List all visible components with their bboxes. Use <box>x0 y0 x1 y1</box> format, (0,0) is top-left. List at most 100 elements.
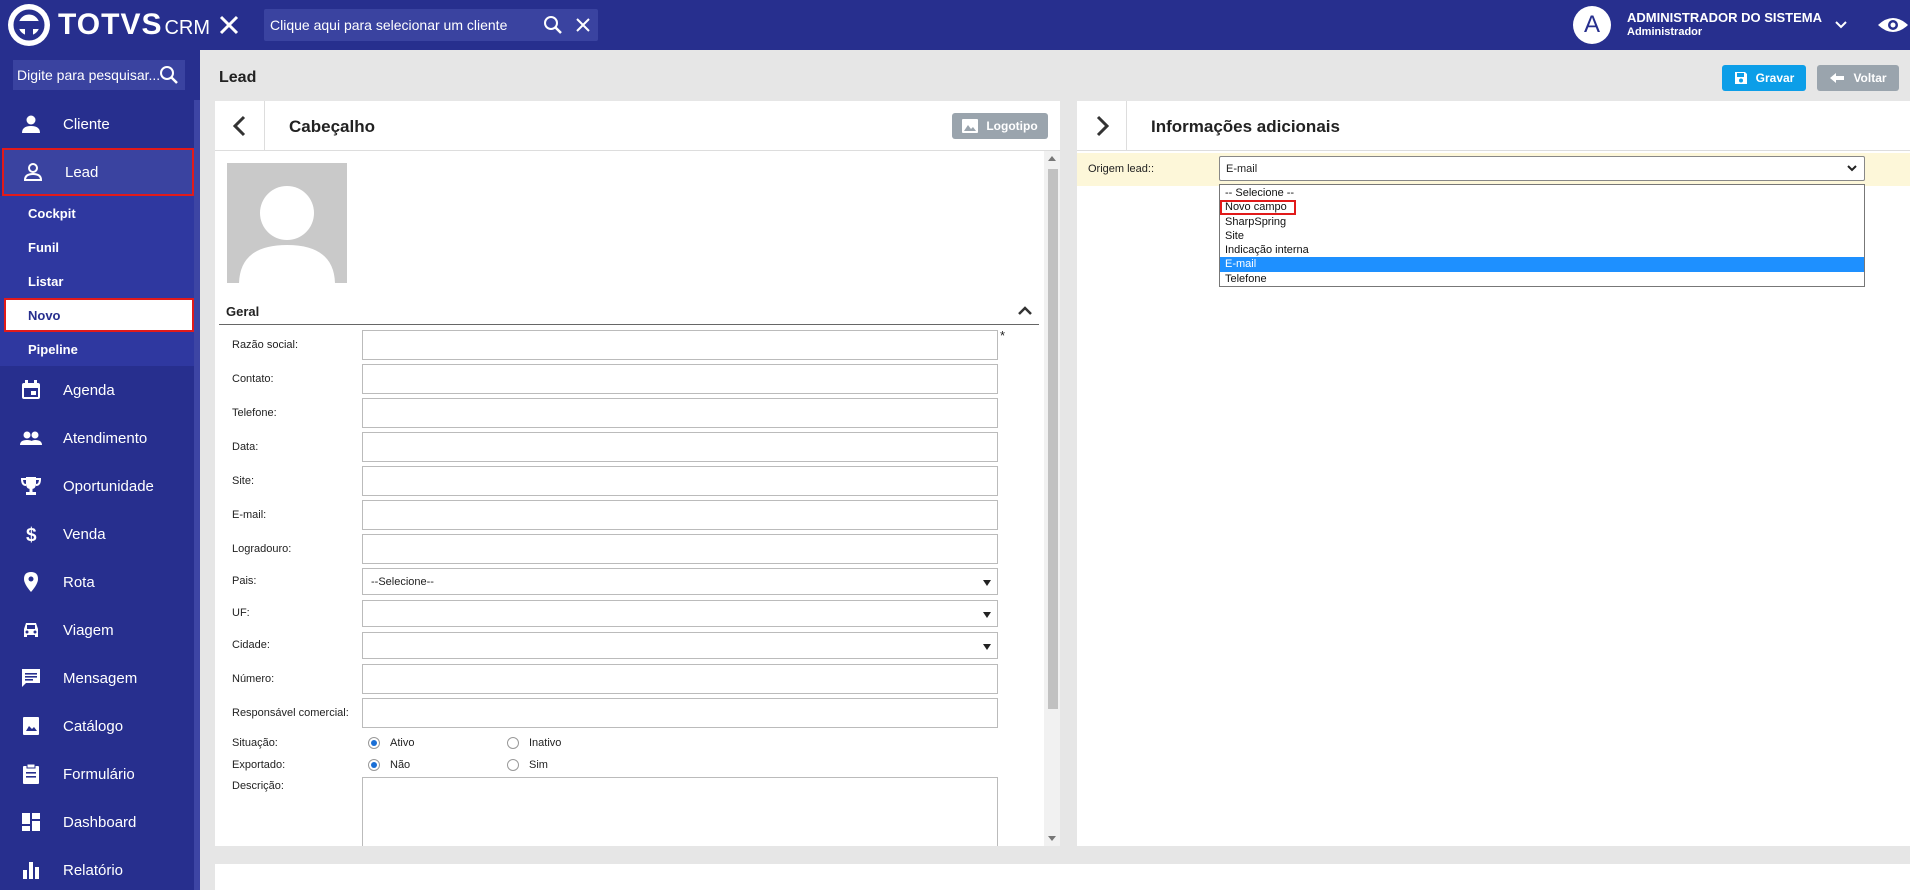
totvs-logo-icon <box>8 4 50 46</box>
sidebar-item-agenda[interactable]: Agenda <box>0 366 194 414</box>
sidebar-item-dashboard[interactable]: Dashboard <box>0 798 194 846</box>
dropdown-option-novo-campo[interactable]: Novo campo <box>1220 200 1296 215</box>
dropdown-option-selected[interactable]: E-mail <box>1220 257 1864 272</box>
logo-button[interactable]: Logotipo <box>952 113 1048 139</box>
search-icon[interactable] <box>538 10 568 40</box>
sidebar-item-label: Relatório <box>63 861 124 879</box>
sidebar-item-formulario[interactable]: Formulário <box>0 750 194 798</box>
field-label: Situação: <box>232 737 278 749</box>
field-numero: Número: <box>215 664 1035 694</box>
radio-nao[interactable]: Não <box>368 759 410 771</box>
radio-label: Sim <box>529 759 548 771</box>
floppy-icon <box>1734 72 1747 84</box>
dropdown-option[interactable]: Indicação interna <box>1220 243 1864 257</box>
sidebar-menu: Cliente Lead Cockpit Funil Listar Novo P… <box>0 100 194 890</box>
close-icon[interactable] <box>214 10 244 40</box>
sidebar-item-mensagem[interactable]: Mensagem <box>0 654 194 702</box>
submenu-item-cockpit[interactable]: Cockpit <box>0 196 194 230</box>
field-situacao: Situação: Ativo Inativo <box>215 735 1035 753</box>
descricao-textarea[interactable] <box>362 777 998 846</box>
radio-dot <box>368 737 380 749</box>
sidebar-item-venda[interactable]: $ Venda <box>0 510 194 558</box>
caret-down-icon <box>983 644 991 650</box>
field-data: Data: <box>215 432 1035 462</box>
pais-select[interactable]: --Selecione-- <box>362 568 998 595</box>
site-input[interactable] <box>362 466 998 496</box>
sidebar-item-viagem[interactable]: Viagem <box>0 606 194 654</box>
sidebar-item-label: Lead <box>65 163 99 181</box>
section-title: Geral <box>226 304 260 319</box>
sidebar-item-cliente[interactable]: Cliente <box>0 100 194 148</box>
cidade-select[interactable] <box>362 632 998 659</box>
panel-scrollbar[interactable] <box>1044 151 1060 846</box>
scroll-thumb[interactable] <box>1048 169 1058 709</box>
clear-icon[interactable] <box>568 10 598 40</box>
dropdown-option[interactable]: Telefone <box>1220 272 1864 286</box>
sidebar-item-relatorio[interactable]: Relatório <box>0 846 194 890</box>
sidebar-item-atendimento[interactable]: Atendimento <box>0 414 194 462</box>
dropdown-option[interactable]: SharpSpring <box>1220 215 1864 229</box>
razao-social-input[interactable] <box>362 330 998 360</box>
sidebar-item-lead[interactable]: Lead <box>2 148 194 196</box>
field-telefone: Telefone: <box>215 398 1035 428</box>
save-button[interactable]: Gravar <box>1722 65 1806 91</box>
field-contato: Contato: <box>215 364 1035 394</box>
submenu-item-pipeline[interactable]: Pipeline <box>0 332 194 366</box>
chevron-down-icon <box>1847 165 1857 172</box>
radio-label: Inativo <box>529 737 562 749</box>
sidebar-scrollbar[interactable] <box>194 100 200 890</box>
caret-down-icon <box>983 580 991 586</box>
radio-inativo[interactable]: Inativo <box>507 737 561 749</box>
field-site: Site: <box>215 466 1035 496</box>
uf-select[interactable] <box>362 600 998 627</box>
data-input[interactable] <box>362 432 998 462</box>
submenu-item-funil[interactable]: Funil <box>0 230 194 264</box>
client-search-input[interactable] <box>264 9 538 41</box>
totvs-logo[interactable]: TOTVS CRM <box>8 4 210 46</box>
radio-sim[interactable]: Sim <box>507 759 548 771</box>
dropdown-option[interactable]: Site <box>1220 229 1864 243</box>
catalog-icon <box>23 717 39 735</box>
eye-icon[interactable] <box>1876 13 1910 37</box>
search-icon[interactable] <box>159 65 179 85</box>
submenu-item-novo[interactable]: Novo <box>4 298 194 332</box>
avatar[interactable]: A <box>1573 6 1611 44</box>
submenu-item-listar[interactable]: Listar <box>0 264 194 298</box>
location-pin-icon <box>24 572 38 592</box>
sidebar-item-oportunidade[interactable]: Oportunidade <box>0 462 194 510</box>
field-logradouro: Logradouro: <box>215 534 1035 564</box>
sidebar-search-input[interactable] <box>13 60 159 90</box>
user-info[interactable]: ADMINISTRADOR DO SISTEMA Administrador <box>1627 11 1822 39</box>
telefone-input[interactable] <box>362 398 998 428</box>
logradouro-input[interactable] <box>362 534 998 564</box>
field-origem-lead: Origem lead:: E-mail <box>1077 153 1910 186</box>
car-icon <box>24 623 38 637</box>
chevron-right-icon[interactable] <box>1077 101 1127 151</box>
field-razao-social: Razão social: * <box>215 328 1035 360</box>
user-role: Administrador <box>1627 26 1703 38</box>
email-input[interactable] <box>362 500 998 530</box>
chevron-down-icon[interactable] <box>1832 16 1850 34</box>
dropdown-option[interactable]: -- Selecione -- <box>1220 186 1864 200</box>
brand-name: TOTVS CRM <box>58 8 211 41</box>
numero-input[interactable] <box>362 664 998 694</box>
scroll-down-icon[interactable] <box>1048 836 1056 841</box>
sidebar-item-label: Catálogo <box>63 717 124 735</box>
field-cidade: Cidade: <box>215 632 1035 659</box>
sidebar-item-rota[interactable]: Rota <box>0 558 194 606</box>
sidebar-item-label: Venda <box>63 525 106 543</box>
responsavel-comercial-input[interactable] <box>362 698 998 728</box>
radio-ativo[interactable]: Ativo <box>368 737 414 749</box>
field-label: Razão social: <box>232 339 299 351</box>
section-geral-header[interactable]: Geral <box>219 297 1039 325</box>
contato-input[interactable] <box>362 364 998 394</box>
message-icon <box>22 669 40 687</box>
sidebar-item-catalogo[interactable]: Catálogo <box>0 702 194 750</box>
scroll-up-icon[interactable] <box>1048 156 1056 161</box>
chevron-up-icon[interactable] <box>1015 301 1035 321</box>
chevron-left-icon[interactable] <box>215 101 265 151</box>
lead-photo-placeholder[interactable] <box>227 163 347 283</box>
back-button[interactable]: Voltar <box>1817 65 1899 91</box>
footer-bar <box>215 864 1910 890</box>
origem-lead-select[interactable]: E-mail <box>1219 156 1865 181</box>
